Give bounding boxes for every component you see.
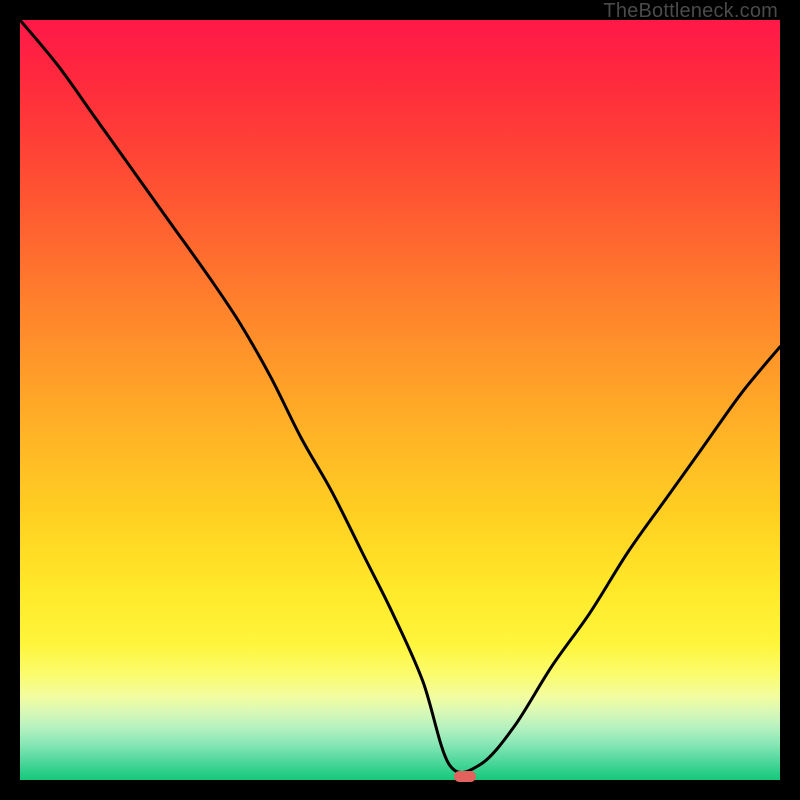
bottleneck-curve [20, 20, 780, 780]
chart-frame: TheBottleneck.com [0, 0, 800, 800]
plot-area [20, 20, 780, 780]
optimal-marker [454, 771, 476, 782]
